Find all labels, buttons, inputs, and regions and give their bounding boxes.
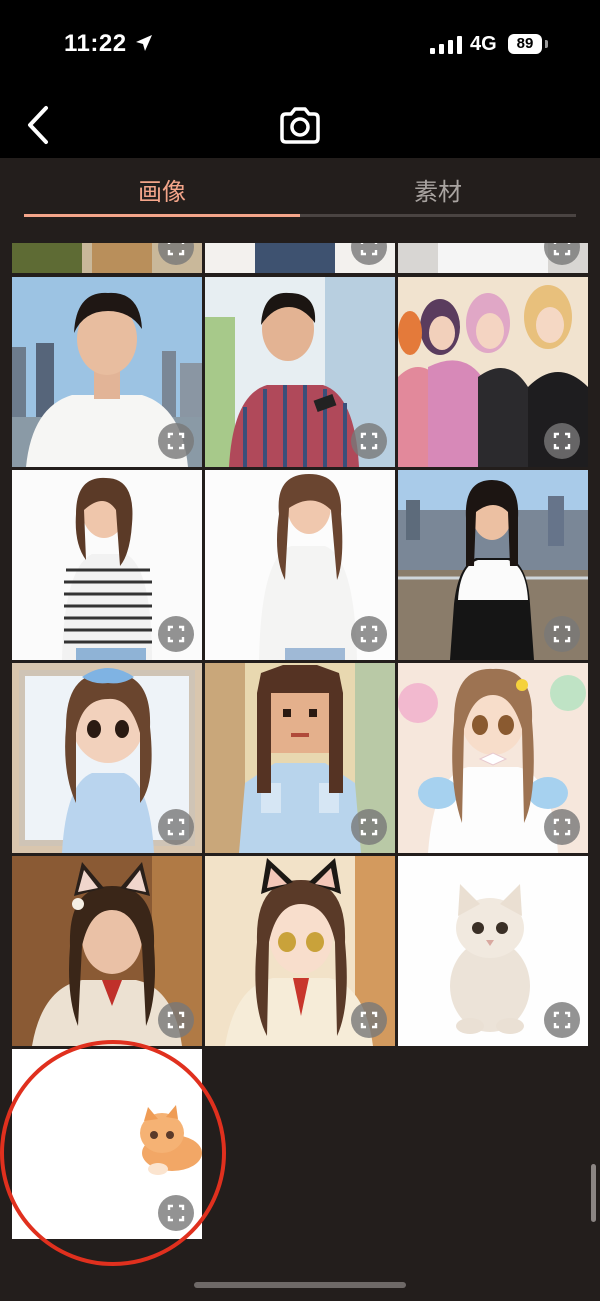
photo-tile[interactable] — [205, 663, 395, 853]
expand-button[interactable] — [351, 1002, 387, 1038]
battery-tip — [545, 40, 548, 48]
status-time: 11:22 — [64, 30, 127, 57]
expand-icon — [553, 625, 571, 643]
expand-icon — [553, 243, 571, 256]
expand-button[interactable] — [351, 616, 387, 652]
photo-tile[interactable] — [398, 243, 588, 273]
navigation-bar — [0, 92, 600, 158]
expand-button[interactable] — [544, 243, 580, 265]
photo-tile[interactable] — [12, 243, 202, 273]
expand-icon — [167, 625, 185, 643]
location-arrow-icon — [136, 35, 152, 51]
expand-button[interactable] — [351, 243, 387, 265]
expand-icon — [360, 432, 378, 450]
photo-tile[interactable] — [205, 470, 395, 660]
expand-button[interactable] — [158, 809, 194, 845]
expand-icon — [167, 1011, 185, 1029]
expand-button[interactable] — [544, 423, 580, 459]
expand-button[interactable] — [158, 1002, 194, 1038]
photo-tile[interactable] — [205, 856, 395, 1046]
photo-tile[interactable] — [398, 663, 588, 853]
photo-tile[interactable] — [12, 856, 202, 1046]
photo-tile[interactable] — [398, 856, 588, 1046]
photo-tile[interactable] — [205, 243, 395, 273]
expand-button[interactable] — [544, 1002, 580, 1038]
chevron-left-icon[interactable] — [22, 102, 58, 148]
photo-tile[interactable] — [398, 470, 588, 660]
photo-tile[interactable] — [12, 277, 202, 467]
tab-bar: 画像 素材 — [0, 158, 600, 220]
expand-button[interactable] — [544, 809, 580, 845]
expand-icon — [167, 818, 185, 836]
expand-button[interactable] — [351, 423, 387, 459]
tab-materials[interactable]: 素材 — [300, 172, 576, 207]
tab-active-indicator — [24, 214, 300, 217]
expand-icon — [360, 1011, 378, 1029]
expand-icon — [553, 1011, 571, 1029]
battery-indicator: 89 — [508, 34, 542, 54]
expand-icon — [167, 243, 185, 256]
expand-button[interactable] — [351, 809, 387, 845]
network-type: 4G — [470, 33, 497, 55]
scrollbar-thumb[interactable] — [591, 1164, 596, 1222]
status-bar: 11:22 4G 89 — [0, 0, 600, 92]
photo-tile[interactable] — [12, 663, 202, 853]
tab-images[interactable]: 画像 — [24, 172, 300, 207]
expand-icon — [553, 818, 571, 836]
photo-tile[interactable] — [205, 277, 395, 467]
expand-icon — [360, 243, 378, 256]
camera-icon[interactable] — [276, 104, 324, 148]
signal-icon — [430, 36, 462, 54]
expand-icon — [360, 818, 378, 836]
expand-button[interactable] — [158, 616, 194, 652]
expand-icon — [553, 432, 571, 450]
expand-icon — [167, 432, 185, 450]
highlight-circle — [0, 1040, 226, 1266]
expand-button[interactable] — [158, 423, 194, 459]
home-indicator — [194, 1282, 406, 1288]
expand-icon — [360, 625, 378, 643]
expand-button[interactable] — [158, 243, 194, 265]
photo-tile[interactable] — [398, 277, 588, 467]
expand-button[interactable] — [544, 616, 580, 652]
photo-tile[interactable] — [12, 470, 202, 660]
